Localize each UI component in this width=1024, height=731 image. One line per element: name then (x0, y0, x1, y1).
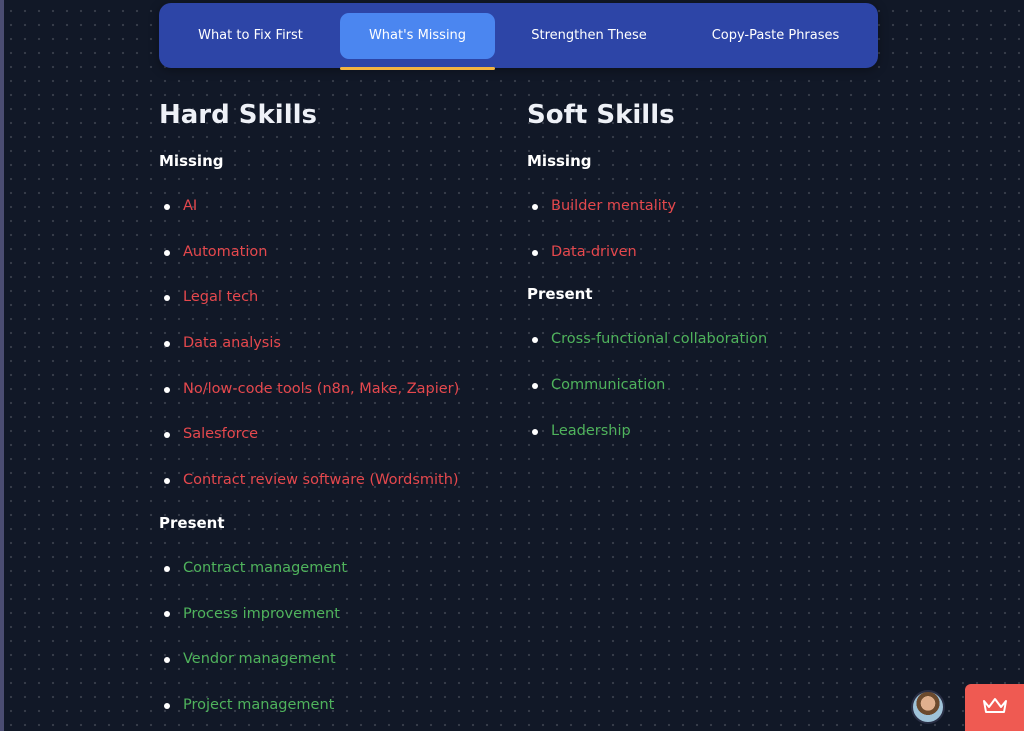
hard-skills-section: Hard Skills Missing AI Automation Legal … (159, 95, 459, 729)
list-item: Cross-functional collaboration (527, 317, 767, 363)
list-item: Leadership (527, 409, 767, 455)
hard-skills-missing-label: Missing (159, 152, 224, 170)
list-item: No/low-code tools (n8n, Make, Zapier) (159, 367, 459, 413)
list-item: Salesforce (159, 412, 459, 458)
tab-copy-paste-phrases[interactable]: Copy-Paste Phrases (691, 13, 860, 59)
soft-skills-missing-label: Missing (527, 152, 592, 170)
hard-skills-title: Hard Skills (159, 100, 318, 130)
list-item: Project management (159, 683, 459, 729)
soft-skills-present-list: Cross-functional collaboration Communica… (527, 317, 767, 454)
hard-skills-missing-list: AI Automation Legal tech Data analysis N… (159, 184, 459, 504)
hard-skills-present-list: Contract management Process improvement … (159, 546, 459, 729)
user-avatar-icon[interactable] (911, 690, 945, 724)
soft-skills-missing-list: Builder mentality Data-driven (527, 184, 767, 275)
tab-whats-missing[interactable]: What's Missing (340, 13, 495, 59)
tab-strengthen-these[interactable]: Strengthen These (514, 13, 664, 59)
list-item: Builder mentality (527, 184, 767, 230)
list-item: AI (159, 184, 459, 230)
tab-what-to-fix-first[interactable]: What to Fix First (179, 13, 322, 59)
premium-crown-button[interactable] (965, 684, 1024, 731)
list-item: Contract management (159, 546, 459, 592)
list-item: Vendor management (159, 637, 459, 683)
crown-icon (983, 698, 1007, 713)
list-item: Automation (159, 230, 459, 276)
soft-skills-section: Soft Skills Missing Builder mentality Da… (527, 95, 767, 454)
tab-bar: What to Fix First What's Missing Strengt… (159, 3, 878, 70)
soft-skills-present-label: Present (527, 285, 593, 304)
hard-skills-present-label: Present (159, 513, 225, 532)
active-tab-indicator (340, 67, 495, 70)
list-item: Contract review software (Wordsmith) (159, 458, 459, 504)
list-item: Data analysis (159, 321, 459, 367)
list-item: Legal tech (159, 275, 459, 321)
list-item: Communication (527, 363, 767, 409)
window-left-edge (0, 0, 4, 731)
list-item: Process improvement (159, 592, 459, 638)
soft-skills-title: Soft Skills (527, 100, 675, 130)
list-item: Data-driven (527, 230, 767, 276)
